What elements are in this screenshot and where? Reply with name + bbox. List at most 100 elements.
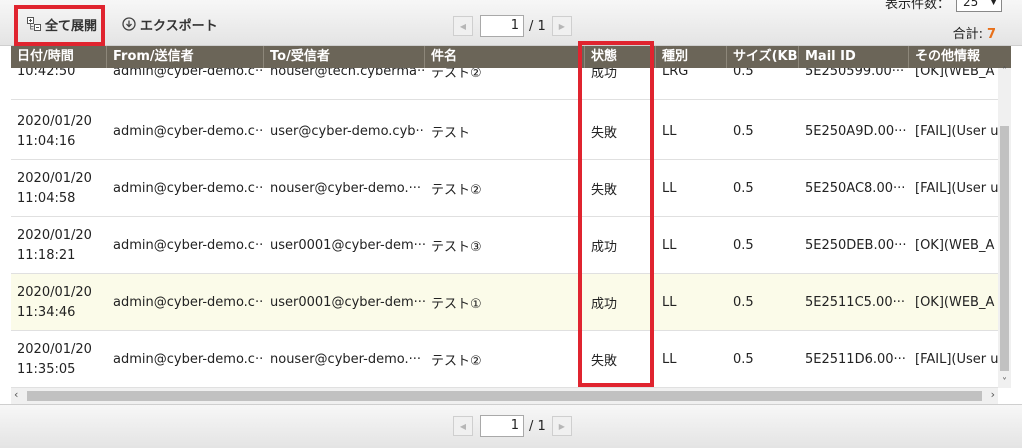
chevron-down-icon: ▼ — [990, 0, 997, 7]
cell-other-info: [FAIL](User u — [915, 181, 998, 196]
export-button[interactable]: エクスポート — [122, 14, 218, 34]
table-row[interactable]: 2020/01/20 11:35:05 admin@cyber-demo.c···… — [11, 331, 998, 388]
vertical-scrollbar[interactable]: ˄ ˅ — [998, 66, 1011, 388]
cell-subject: テスト② — [431, 68, 482, 81]
scroll-right-icon[interactable]: › — [991, 388, 995, 401]
cell-from: admin@cyber-demo.c··· — [113, 295, 264, 310]
cell-status: 失敗 — [591, 354, 618, 369]
horizontal-scroll-thumb[interactable] — [27, 391, 982, 401]
table-row[interactable]: 2020/01/20 11:04:16 admin@cyber-demo.c···… — [11, 103, 998, 160]
top-toolbar: 全て展開 エクスポート ◀ 1 / 1 ▶ 表示件数： 25 ▼ 合計: 7 — [0, 0, 1022, 46]
cell-status: 成功 — [591, 240, 618, 255]
cell-other-info: [OK](WEB_A — [915, 295, 995, 310]
top-pager: ◀ 1 / 1 ▶ — [453, 15, 572, 37]
vertical-scroll-thumb[interactable] — [1000, 126, 1009, 371]
page-number-input[interactable]: 1 — [480, 415, 524, 437]
cell-mail-id: 5E2511D6.00··· — [805, 352, 906, 367]
horizontal-scrollbar[interactable]: ‹ › — [11, 388, 998, 404]
cell-mail-id: 5E250599.00··· — [805, 68, 905, 79]
cell-datetime: 2020/01/20 11:18:21 — [11, 217, 107, 274]
total-value: 7 — [986, 27, 996, 42]
table-row[interactable]: 10:42:50 admin@cyber-demo.c··· nouser@te… — [11, 68, 998, 100]
scroll-left-icon[interactable]: ‹ — [14, 388, 18, 401]
cell-to: user0001@cyber-dem··· — [270, 238, 425, 253]
display-count-label: 表示件数： — [884, 0, 950, 12]
download-circle-icon — [122, 17, 136, 31]
cell-time: 10:42:50 — [17, 68, 76, 79]
cell-size: 0.5 — [733, 181, 754, 196]
col-header-datetime[interactable]: 日付/時間 — [11, 46, 107, 68]
col-header-to[interactable]: To/受信者 — [264, 46, 425, 68]
cell-size: 0.5 — [733, 238, 754, 253]
cell-size: 0.5 — [733, 124, 754, 139]
page-total: / 1 — [529, 18, 546, 34]
cell-datetime: 10:42:50 — [11, 68, 107, 100]
bottom-pager: ◀ 1 / 1 ▶ — [453, 415, 572, 437]
page-number-input[interactable]: 1 — [480, 15, 524, 37]
cell-datetime: 2020/01/20 11:34:46 — [11, 274, 107, 331]
display-count-value: 25 — [963, 0, 979, 9]
cell-size: 0.5 — [733, 68, 754, 79]
expand-tree-icon — [27, 17, 41, 31]
next-page-button[interactable]: ▶ — [551, 16, 572, 36]
cell-to: nouser@cyber-demo.··· — [270, 352, 422, 367]
cell-to: user0001@cyber-dem··· — [270, 295, 425, 310]
cell-type: LL — [662, 181, 677, 196]
cell-from: admin@cyber-demo.c··· — [113, 181, 264, 196]
col-header-type[interactable]: 種別 — [656, 46, 727, 68]
cell-to: nouser@cyber-demo.··· — [270, 181, 422, 196]
expand-all-label: 全て展開 — [45, 18, 98, 34]
scroll-up-icon[interactable]: ˄ — [998, 66, 1011, 77]
cell-other-info: [FAIL](User u — [915, 352, 998, 367]
arrow-left-icon: ◀ — [459, 21, 467, 31]
cell-mail-id: 5E2511C5.00··· — [805, 295, 905, 310]
bottom-toolbar: ◀ 1 / 1 ▶ — [0, 404, 1022, 448]
cell-time: 11:04:58 — [17, 190, 76, 206]
table-row[interactable]: 2020/01/20 11:18:21 admin@cyber-demo.c···… — [11, 217, 998, 274]
table-row[interactable]: 2020/01/20 11:34:46 admin@cyber-demo.c···… — [11, 274, 998, 331]
col-header-status[interactable]: 状態 — [585, 46, 656, 68]
cell-subject: テスト② — [431, 354, 482, 369]
cell-type: LL — [662, 352, 677, 367]
cell-from: admin@cyber-demo.c··· — [113, 124, 264, 139]
col-header-size[interactable]: サイズ(KB) — [727, 46, 799, 68]
table-row[interactable]: 2020/01/20 11:04:58 admin@cyber-demo.c···… — [11, 160, 998, 217]
cell-type: LRG — [662, 68, 689, 79]
col-header-other-info[interactable]: その他情報 — [909, 46, 1011, 68]
cell-mail-id: 5E250DEB.00··· — [805, 238, 907, 253]
cell-subject: テスト① — [431, 297, 482, 312]
cell-status: 成功 — [591, 297, 618, 312]
cell-type: LL — [662, 238, 677, 253]
cell-subject: テスト③ — [431, 240, 482, 255]
cell-mail-id: 5E250A9D.00··· — [805, 124, 907, 139]
cell-to: nouser@tech.cyberma··· — [270, 68, 425, 79]
col-header-from[interactable]: From/送信者 — [107, 46, 264, 68]
col-header-subject[interactable]: 件名 — [425, 46, 585, 68]
export-label: エクスポート — [140, 18, 218, 34]
cell-other-info: [FAIL](User u — [915, 124, 998, 139]
cell-other-info: [OK](WEB_A — [915, 238, 995, 253]
cell-date: 2020/01/20 — [17, 170, 92, 186]
cell-date: 2020/01/20 — [17, 341, 92, 357]
cell-time: 11:04:16 — [17, 133, 76, 149]
table-body: 10:42:50 admin@cyber-demo.c··· nouser@te… — [11, 68, 998, 388]
total-label: 合計: — [952, 27, 983, 42]
cell-date: 2020/01/20 — [17, 227, 92, 243]
arrow-right-icon: ▶ — [558, 421, 565, 431]
scroll-down-icon[interactable]: ˅ — [998, 377, 1011, 388]
next-page-button[interactable]: ▶ — [551, 416, 572, 436]
cell-date: 2020/01/20 — [17, 113, 92, 129]
arrow-left-icon: ◀ — [459, 421, 467, 431]
prev-page-button[interactable]: ◀ — [453, 416, 473, 436]
expand-all-button[interactable]: 全て展開 — [27, 14, 97, 34]
cell-to: user@cyber-demo.cyb··· — [270, 124, 425, 139]
display-count-select[interactable]: 25 ▼ — [956, 0, 1002, 12]
cell-size: 0.5 — [733, 352, 754, 367]
prev-page-button[interactable]: ◀ — [453, 16, 473, 36]
cell-status: 失敗 — [591, 183, 618, 198]
cell-time: 11:35:05 — [17, 361, 76, 377]
arrow-right-icon: ▶ — [558, 21, 565, 31]
cell-mail-id: 5E250AC8.00··· — [805, 181, 906, 196]
cell-status: 失敗 — [591, 126, 618, 141]
col-header-mail-id[interactable]: Mail ID — [799, 46, 909, 68]
